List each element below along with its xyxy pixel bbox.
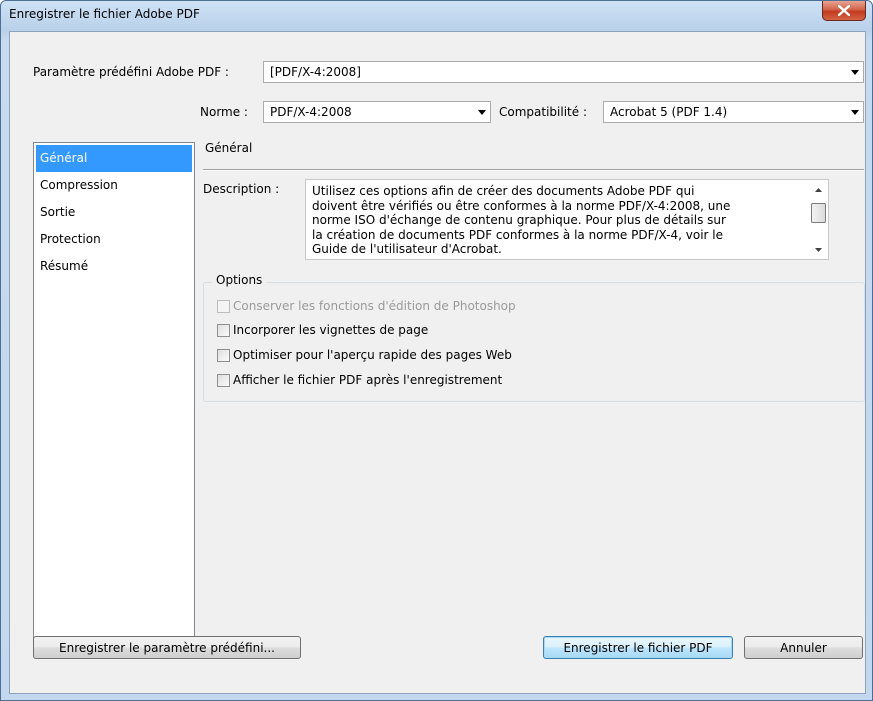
compatibility-value: Acrobat 5 (PDF 1.4): [610, 105, 728, 119]
category-list[interactable]: Général Compression Sortie Protection Ré…: [33, 142, 195, 646]
save-preset-button[interactable]: Enregistrer le paramètre prédéfini...: [33, 636, 301, 659]
standard-dropdown[interactable]: PDF/X-4:2008: [263, 101, 491, 123]
sidebar-item-summary[interactable]: Résumé: [36, 253, 192, 280]
sidebar-item-protection[interactable]: Protection: [36, 226, 192, 253]
title-bar[interactable]: Enregistrer le fichier Adobe PDF: [1, 1, 872, 31]
preset-label: Paramètre prédéfini Adobe PDF :: [33, 65, 229, 79]
option-label: Incorporer les vignettes de page: [233, 323, 429, 337]
option-embed-page-thumbnails[interactable]: Incorporer les vignettes de page: [217, 323, 428, 337]
option-optimize-fast-web-view[interactable]: Optimiser pour l'aperçu rapide des pages…: [217, 348, 512, 362]
preset-value: [PDF/X-4:2008]: [270, 65, 361, 79]
scroll-up-icon[interactable]: [810, 181, 827, 198]
description-text: Utilisez ces options afin de créer des d…: [312, 184, 797, 256]
compatibility-dropdown[interactable]: Acrobat 5 (PDF 1.4): [603, 101, 864, 123]
checkbox[interactable]: [217, 348, 230, 362]
close-button[interactable]: [822, 1, 866, 21]
description-scrollbar[interactable]: [810, 181, 827, 258]
dialog-client-area: Paramètre prédéfini Adobe PDF : [PDF/X-4…: [9, 31, 866, 694]
description-line: norme ISO d'échange de contenu graphique…: [312, 213, 726, 227]
option-keep-photoshop-editing[interactable]: Conserver les fonctions d'édition de Pho…: [217, 299, 516, 313]
chevron-down-icon: [474, 102, 490, 122]
checkbox[interactable]: [217, 323, 230, 337]
section-divider: [203, 169, 864, 171]
option-label: Optimiser pour l'aperçu rapide des pages…: [233, 348, 512, 362]
standard-label: Norme :: [200, 105, 248, 119]
options-group-title: Options: [212, 273, 267, 287]
sidebar-item-output[interactable]: Sortie: [36, 199, 192, 226]
sidebar-item-label: Général: [40, 151, 88, 165]
description-label: Description :: [203, 182, 280, 196]
chevron-down-icon: [847, 62, 863, 82]
standard-value: PDF/X-4:2008: [270, 105, 352, 119]
sidebar-item-general[interactable]: Général: [36, 145, 192, 172]
description-line: doivent être vérifiés ou être conformes …: [312, 198, 731, 213]
option-view-pdf-after-saving[interactable]: Afficher le fichier PDF après l'enregist…: [217, 373, 502, 387]
dialog-window: Enregistrer le fichier Adobe PDF Paramèt…: [0, 0, 873, 701]
checkbox[interactable]: [217, 299, 230, 313]
checkbox[interactable]: [217, 373, 230, 387]
preset-dropdown[interactable]: [PDF/X-4:2008]: [263, 61, 864, 83]
sidebar-item-label: Compression: [40, 178, 118, 192]
window-title: Enregistrer le fichier Adobe PDF: [9, 7, 200, 21]
description-line: Utilisez ces options afin de créer des d…: [312, 184, 695, 198]
section-title: Général: [205, 141, 253, 155]
scrollbar-thumb[interactable]: [811, 203, 826, 223]
chevron-down-icon: [847, 102, 863, 122]
compatibility-label: Compatibilité :: [499, 105, 587, 119]
sidebar-item-compression[interactable]: Compression: [36, 172, 192, 199]
option-label: Conserver les fonctions d'édition de Pho…: [233, 299, 516, 313]
sidebar-item-label: Sortie: [40, 205, 76, 219]
description-line: la création de documents PDF conformes à…: [312, 227, 724, 242]
description-line: Guide de l'utilisateur d'Acrobat.: [312, 242, 502, 256]
close-icon: [838, 5, 850, 16]
cancel-button[interactable]: Annuler: [744, 636, 863, 659]
option-label: Afficher le fichier PDF après l'enregist…: [233, 373, 503, 387]
sidebar-item-label: Protection: [40, 232, 101, 246]
scroll-down-icon[interactable]: [810, 241, 827, 258]
description-textarea[interactable]: Utilisez ces options afin de créer des d…: [305, 179, 829, 260]
save-pdf-button[interactable]: Enregistrer le fichier PDF: [543, 636, 733, 659]
sidebar-item-label: Résumé: [40, 259, 89, 273]
